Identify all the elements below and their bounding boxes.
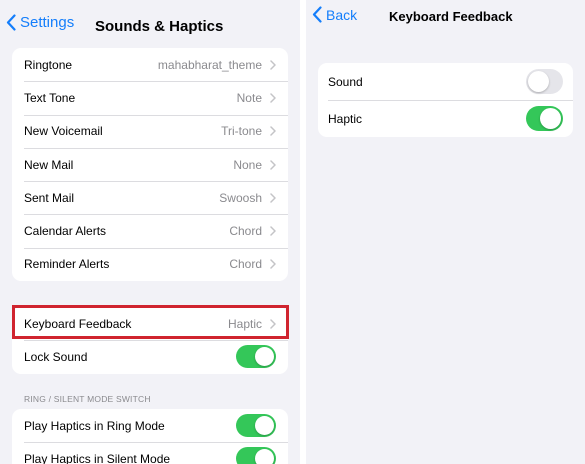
row-value: Chord (229, 257, 262, 272)
row-label: Sound (328, 74, 363, 89)
section-header-ring-silent: RING / SILENT MODE SWITCH (24, 394, 151, 404)
chevron-right-icon (270, 126, 276, 136)
keyboard-lock-group: Keyboard Feedback Haptic Lock Sound (12, 307, 288, 374)
row-label: New Mail (24, 157, 74, 172)
row-new-mail[interactable]: New Mail None (12, 147, 288, 181)
row-value: Chord (229, 224, 262, 239)
back-label: Back (326, 6, 358, 23)
row-label: Reminder Alerts (24, 257, 110, 272)
row-lock-sound: Lock Sound (12, 340, 288, 373)
row-label: Play Haptics in Ring Mode (24, 418, 165, 433)
nav-bar: Back Keyboard Feedback (306, 0, 585, 50)
chevron-right-icon (270, 193, 276, 203)
toggle-knob (255, 347, 274, 367)
chevron-right-icon (270, 318, 276, 329)
keyboard-feedback-screen: Back Keyboard Feedback Sound Haptic (306, 0, 585, 464)
row-value: Tri-tone (221, 124, 262, 139)
row-value: Haptic (227, 316, 262, 331)
nav-bar: Settings Sounds & Haptics (0, 0, 300, 50)
row-label: Lock Sound (24, 349, 88, 364)
row-keyboard-feedback[interactable]: Keyboard Feedback Haptic (12, 307, 288, 340)
chevron-right-icon (270, 93, 276, 103)
toggle-knob (255, 416, 274, 436)
toggle-knob (255, 449, 274, 464)
row-calendar-alerts[interactable]: Calendar Alerts Chord (12, 214, 288, 247)
chevron-right-icon (270, 259, 276, 270)
row-label: Play Haptics in Silent Mode (24, 451, 171, 464)
back-button-settings[interactable]: Settings (6, 14, 74, 31)
row-label: Haptic (328, 111, 363, 126)
page-title: Sounds & Haptics (95, 18, 224, 35)
chevron-right-icon (270, 226, 276, 236)
toggle-knob (528, 71, 549, 92)
row-ringtone[interactable]: Ringtone mahabharat_theme (12, 48, 288, 81)
chevron-left-icon (312, 6, 322, 23)
haptic-toggle[interactable] (526, 106, 563, 131)
row-ring-mode-haptics: Play Haptics in Ring Mode (12, 409, 288, 442)
chevron-right-icon (270, 159, 276, 170)
row-text-tone[interactable]: Text Tone Note (12, 81, 288, 114)
row-label: Sent Mail (24, 190, 75, 205)
row-value: Note (236, 90, 262, 105)
row-value: mahabharat_theme (157, 57, 262, 72)
sounds-haptics-screen: Settings Sounds & Haptics Ringtone mahab… (0, 0, 300, 464)
row-value: None (233, 157, 262, 172)
silent-mode-haptics-toggle[interactable] (236, 447, 276, 464)
row-label: Ringtone (24, 57, 73, 72)
row-value: Swoosh (219, 190, 262, 205)
chevron-right-icon (270, 59, 276, 70)
lock-sound-toggle[interactable] (236, 345, 276, 369)
page-title: Keyboard Feedback (389, 9, 513, 24)
row-sound: Sound (318, 63, 573, 100)
feedback-options-group: Sound Haptic (318, 63, 573, 137)
row-label: New Voicemail (24, 124, 103, 139)
row-new-voicemail[interactable]: New Voicemail Tri-tone (12, 114, 288, 148)
back-label: Settings (20, 14, 75, 31)
alert-sounds-group: Ringtone mahabharat_theme Text Tone Note… (12, 48, 288, 282)
back-button[interactable]: Back (312, 6, 357, 23)
row-label: Text Tone (24, 90, 76, 105)
row-label: Keyboard Feedback (24, 316, 132, 331)
sound-toggle[interactable] (526, 69, 563, 94)
row-reminder-alerts[interactable]: Reminder Alerts Chord (12, 247, 288, 281)
chevron-left-icon (6, 14, 16, 31)
row-haptic: Haptic (318, 100, 573, 137)
toggle-knob (540, 108, 561, 129)
row-silent-mode-haptics: Play Haptics in Silent Mode (12, 442, 288, 464)
row-sent-mail[interactable]: Sent Mail Swoosh (12, 181, 288, 214)
row-label: Calendar Alerts (24, 224, 107, 239)
ring-mode-haptics-toggle[interactable] (236, 414, 276, 438)
ring-silent-group: Play Haptics in Ring Mode Play Haptics i… (12, 409, 288, 464)
